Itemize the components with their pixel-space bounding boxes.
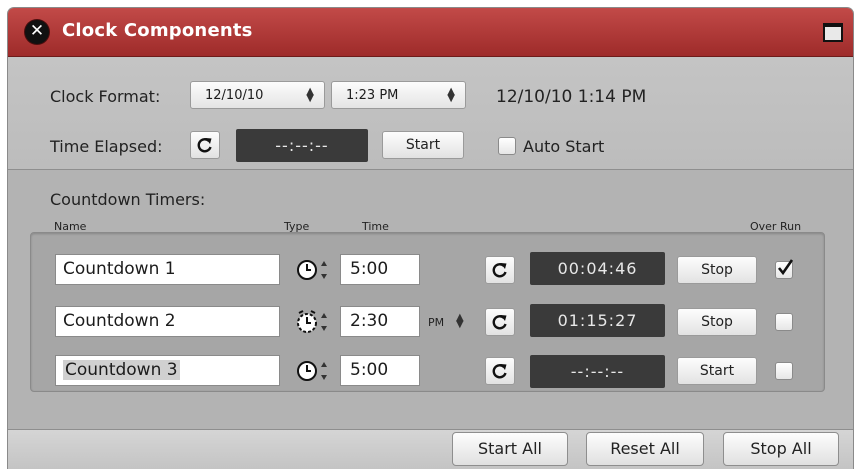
date-stepper-value: 12/10/10: [205, 88, 264, 103]
stepper-arrows-icon[interactable]: ▲ ▼: [306, 87, 314, 104]
reset-timer-button[interactable]: [485, 308, 515, 336]
timer-stop-button[interactable]: Stop: [677, 308, 757, 336]
stop-all-button[interactable]: Stop All: [723, 432, 839, 466]
timer-name-input[interactable]: Countdown 1: [55, 254, 280, 285]
footer-bar: Start All Reset All Stop All: [8, 430, 853, 469]
clock-settings-section: Clock Format: 12/10/10 ▲ ▼ 1:23 PM ▲ ▼ 12/…: [8, 57, 853, 170]
date-stepper[interactable]: 12/10/10 ▲ ▼: [190, 81, 325, 109]
refresh-icon: [197, 138, 212, 153]
close-icon[interactable]: ✕: [25, 20, 49, 44]
window-maximize-icon[interactable]: [823, 23, 843, 42]
reset-timer-button[interactable]: [485, 357, 515, 385]
timer-name-input[interactable]: Countdown 2: [55, 306, 280, 337]
over-run-checkbox[interactable]: [775, 362, 793, 380]
reset-elapsed-button[interactable]: [190, 131, 220, 159]
stepper-arrows-icon[interactable]: ▲ ▼: [447, 87, 455, 104]
timer-name-text: Countdown 3: [63, 360, 180, 380]
elapsed-time-display: --:--:--: [236, 129, 368, 162]
countdown-timers-list: Countdown 1 5:00 00:04:46 Stop Countdown…: [30, 232, 825, 392]
reset-all-button[interactable]: Reset All: [586, 432, 704, 466]
start-all-button[interactable]: Start All: [452, 432, 568, 466]
current-clock-display: 12/10/10 1:14 PM: [496, 87, 647, 107]
timer-time-input[interactable]: 2:30: [340, 306, 420, 337]
time-stepper-value: 1:23 PM: [346, 88, 399, 103]
refresh-icon: [492, 364, 507, 379]
title-bar[interactable]: ✕ Clock Components: [8, 8, 853, 57]
alarm-clock-icon[interactable]: [295, 309, 331, 335]
window-title: Clock Components: [62, 20, 253, 41]
reset-timer-button[interactable]: [485, 256, 515, 284]
time-stepper[interactable]: 1:23 PM ▲ ▼: [331, 81, 466, 109]
timer-remaining-display: --:--:--: [530, 355, 665, 388]
timer-start-button[interactable]: Start: [677, 357, 757, 385]
ampm-label: PM: [428, 316, 445, 329]
timer-remaining-display: 01:15:27: [530, 304, 665, 337]
refresh-icon: [492, 263, 507, 278]
auto-start-label: Auto Start: [523, 137, 605, 156]
clock-format-label: Clock Format:: [50, 87, 161, 106]
time-elapsed-label: Time Elapsed:: [50, 137, 163, 156]
over-run-checkbox[interactable]: [775, 259, 794, 279]
timer-stop-button[interactable]: Stop: [677, 256, 757, 284]
countdown-section: Countdown Timers: Name Type Time Over Ru…: [8, 170, 853, 430]
countdown-timers-label: Countdown Timers:: [50, 190, 206, 209]
timer-time-input[interactable]: 5:00: [340, 355, 420, 386]
checkmark-icon: [777, 259, 794, 276]
start-elapsed-button[interactable]: Start: [382, 131, 464, 159]
timer-time-input[interactable]: 5:00: [340, 254, 420, 285]
over-run-checkbox[interactable]: [775, 313, 793, 331]
auto-start-checkbox[interactable]: [498, 137, 516, 155]
timer-name-input[interactable]: Countdown 3: [55, 355, 280, 386]
ampm-stepper-arrows-icon[interactable]: ▲ ▼: [456, 313, 464, 330]
clock-icon[interactable]: [295, 257, 331, 283]
timer-remaining-display: 00:04:46: [530, 252, 665, 285]
refresh-icon: [492, 315, 507, 330]
clock-icon[interactable]: [295, 358, 331, 384]
clock-components-window: ✕ Clock Components Clock Format: 12/10/1…: [8, 8, 853, 469]
